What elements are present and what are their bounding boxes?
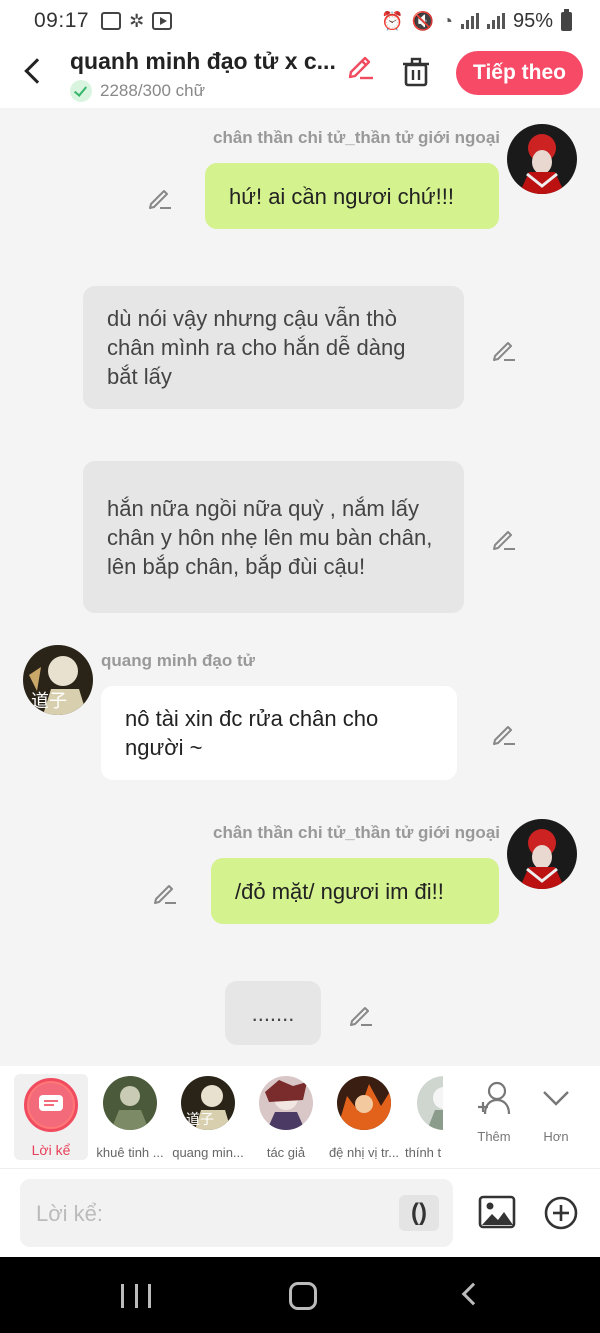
character-bar: Lời kể khuê tinh ... 道子 quang min... tác…	[0, 1066, 600, 1169]
more-button[interactable]: Hơn	[526, 1080, 586, 1144]
chevron-down-icon	[543, 1091, 569, 1106]
system-icons: ⏰ 🔇 ◔ 95%	[381, 8, 572, 33]
character-avatar: 道子	[181, 1076, 235, 1130]
notification-icons: ✲	[101, 10, 173, 32]
narration-text: dù nói vậy nhưng cậu vẫn thò chân mình r…	[107, 306, 406, 389]
narration-text: .......	[251, 1000, 295, 1026]
character-label: quang min...	[172, 1145, 244, 1160]
svg-text:道子: 道子	[31, 691, 67, 712]
narration-bubble[interactable]: hắn nữa ngồi nữa quỳ , nắm lấy chân y hô…	[83, 461, 464, 613]
trash-icon[interactable]	[400, 56, 432, 88]
message-bubble[interactable]: hứ! ai cần ngươi chứ!!!	[205, 163, 499, 229]
narrator-inner	[29, 1083, 73, 1127]
character-label: đệ nhị vị tr...	[328, 1145, 400, 1160]
add-character-button[interactable]: Thêm	[464, 1080, 524, 1144]
character-chip[interactable]: tác giả	[245, 1076, 327, 1160]
character-chip[interactable]: đệ nhị vị tr...	[323, 1076, 405, 1160]
character-label: khuê tinh ...	[96, 1145, 164, 1160]
system-back-icon[interactable]	[461, 1282, 485, 1306]
sender-name: chân thần chi tử_thần tử giới ngoại	[213, 128, 500, 147]
edit-message-icon[interactable]	[491, 525, 517, 551]
narrator-label: Lời kể	[31, 1142, 71, 1158]
status-bar: 09:17 ✲ ⏰ 🔇 ◔ 95%	[0, 0, 600, 42]
narration-bubble[interactable]: dù nói vậy nhưng cậu vẫn thò chân mình r…	[83, 286, 464, 409]
message-bubble[interactable]: nô tài xin đc rửa chân cho người ~	[101, 686, 457, 780]
gallery-icon	[101, 12, 122, 30]
character-chip[interactable]: khuê tinh ...	[89, 1076, 171, 1160]
edit-message-icon[interactable]	[152, 879, 178, 905]
chat-bubble-icon	[39, 1095, 63, 1111]
edit-message-icon[interactable]	[491, 720, 517, 746]
character-avatar	[103, 1076, 157, 1130]
edit-message-icon[interactable]	[147, 184, 173, 210]
character-avatar	[337, 1076, 391, 1130]
app-header: quanh minh đạo tử x c... 2288/300 chữ Ti…	[0, 42, 600, 108]
character-chip[interactable]: 道子 quang min...	[167, 1076, 249, 1160]
signal-icon	[460, 13, 479, 29]
add-user-icon	[478, 1081, 511, 1115]
check-icon	[70, 80, 92, 102]
wifi-icon: ◔	[442, 10, 453, 31]
input-bar: Lời kể: ()	[0, 1169, 600, 1257]
message-text: /đỏ mặt/ ngươi im đi!!	[235, 878, 444, 904]
edit-title-icon[interactable]	[346, 50, 376, 80]
signal-icon-2	[486, 13, 505, 29]
svg-text:道子: 道子	[186, 1112, 214, 1128]
image-icon[interactable]	[478, 1195, 516, 1229]
narration-bubble[interactable]: .......	[225, 981, 321, 1045]
character-chip[interactable]: thính t	[401, 1076, 443, 1160]
add-label: Thêm	[477, 1129, 511, 1144]
mute-icon: 🔇	[411, 10, 435, 31]
word-count: 2288/300 chữ	[100, 81, 205, 100]
recent-apps-icon[interactable]	[121, 1284, 151, 1308]
sender-name: chân thần chi tử_thần tử giới ngoại	[213, 823, 500, 842]
message-bubble[interactable]: /đỏ mặt/ ngươi im đi!!	[211, 858, 499, 924]
add-icon[interactable]	[543, 1195, 579, 1231]
character-avatar	[259, 1076, 313, 1130]
word-count-row: 2288/300 chữ	[70, 80, 205, 102]
narrator-selector[interactable]: Lời kể	[14, 1074, 88, 1160]
character-avatar	[417, 1076, 443, 1130]
avatar-quang-minh[interactable]: 道子	[23, 645, 93, 715]
edit-message-icon[interactable]	[348, 1001, 374, 1027]
sender-name: quang minh đạo tử	[101, 651, 255, 670]
message-text: nô tài xin đc rửa chân cho người ~	[125, 706, 379, 760]
parentheses-button[interactable]: ()	[399, 1195, 439, 1231]
pinwheel-icon: ✲	[129, 10, 145, 31]
message-input[interactable]: Lời kể: ()	[20, 1179, 453, 1247]
home-icon[interactable]	[289, 1282, 317, 1310]
story-title[interactable]: quanh minh đạo tử x c...	[70, 48, 340, 75]
character-label: thính t	[405, 1145, 442, 1160]
system-nav-bar	[0, 1257, 600, 1333]
status-time: 09:17	[34, 9, 90, 32]
narration-text: hắn nữa ngồi nữa quỳ , nắm lấy chân y hô…	[107, 495, 433, 579]
edit-message-icon[interactable]	[491, 336, 517, 362]
avatar-chan-than[interactable]	[507, 819, 577, 889]
youtube-icon	[152, 12, 173, 30]
avatar-chan-than[interactable]	[507, 124, 577, 194]
back-arrow-icon[interactable]	[24, 58, 50, 84]
narrator-avatar	[24, 1078, 78, 1132]
next-button[interactable]: Tiếp theo	[456, 51, 583, 95]
character-label: tác giả	[266, 1145, 306, 1160]
message-text: hứ! ai cần ngươi chứ!!!	[229, 183, 454, 209]
more-label: Hơn	[543, 1129, 569, 1144]
chat-area[interactable]: chân thần chi tử_thần tử giới ngoại hứ! …	[0, 108, 600, 1066]
battery-icon	[561, 8, 572, 31]
input-placeholder: Lời kể:	[36, 1201, 104, 1226]
alarm-icon: ⏰	[381, 10, 404, 31]
battery-percent: 95%	[512, 9, 553, 32]
